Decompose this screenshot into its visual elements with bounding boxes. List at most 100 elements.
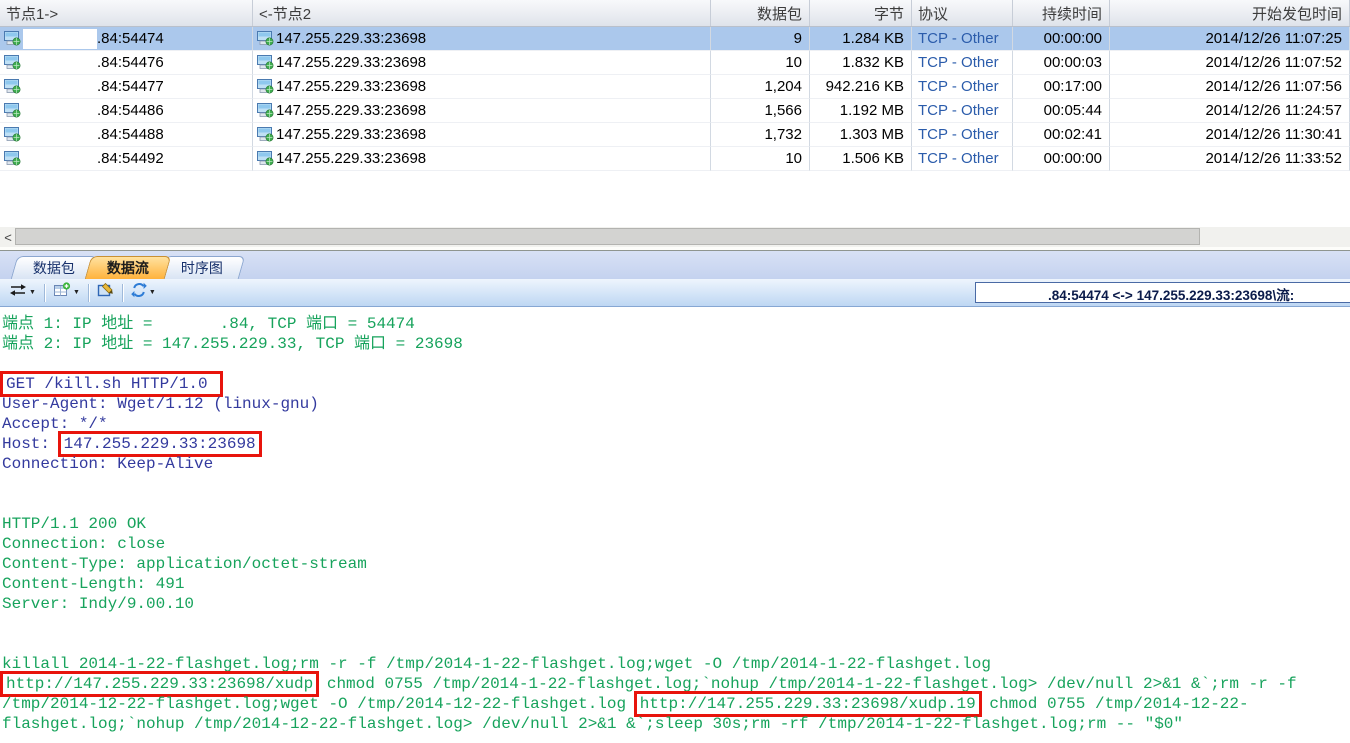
bytes-cell: 1.832 KB — [810, 51, 912, 75]
tab-数据流[interactable]: 数据流 — [84, 256, 172, 279]
table-row[interactable]: .84:54476 147.255.229.33:23698 10 1.832 KB T… — [0, 51, 1350, 75]
refresh-button[interactable]: ▼ — [128, 280, 159, 305]
protocol-cell: TCP - Other — [912, 75, 1013, 99]
node2-address: 147.255.229.33:23698 — [276, 102, 427, 119]
bytes-cell: 1.303 MB — [810, 123, 912, 147]
table-row[interactable]: .84:54486 147.255.229.33:23698 1,566 1.192 … — [0, 99, 1350, 123]
column-header[interactable]: 字节 — [810, 0, 912, 26]
chevron-down-icon: ▼ — [148, 289, 156, 296]
redacted-ip-prefix — [23, 100, 97, 121]
stream-line — [2, 474, 1350, 494]
stream-line: Server: Indy/9.00.10 — [2, 594, 1350, 614]
column-header[interactable]: 节点1-> — [0, 0, 253, 26]
stream-text: Content-Type: application/octet-stream — [2, 555, 367, 573]
scrollbar-thumb[interactable] — [15, 228, 1200, 245]
stream-text: flashget.log;`nohup /tmp/2014-12-22-flas… — [2, 715, 1183, 733]
stream-line: 端点 2: IP 地址 = 147.255.229.33, TCP 端口 = 2… — [2, 334, 1350, 354]
start-time-cell: 2014/12/26 11:33:52 — [1110, 147, 1350, 171]
packets-cell: 1,204 — [711, 75, 810, 99]
packets-cell: 10 — [711, 147, 810, 171]
column-header[interactable]: 持续时间 — [1013, 0, 1110, 26]
stream-text: HTTP/1.1 200 OK — [2, 515, 147, 533]
stream-filter-input[interactable]: .84:54474 <-> 147.255.229.33:23698\流: — [975, 282, 1350, 303]
stream-toolbar: ▼ ▼ ▼ .84:54474 <-> 147.255.229.33:23698… — [0, 279, 1350, 307]
stream-text: 端点 1: IP 地址 = .84, TCP 端口 = 54474 — [2, 315, 415, 333]
tab-label: 数据流 — [106, 260, 149, 276]
stream-text: Server: Indy/9.00.10 — [2, 595, 195, 613]
stream-text: User-Agent: Wget/1.12 (linux-gnu) — [2, 395, 319, 413]
table-row[interactable]: .84:54488 147.255.229.33:23698 1,732 1.303 … — [0, 123, 1350, 147]
table-row[interactable]: .84:54492 147.255.229.33:23698 10 1.506 KB T… — [0, 147, 1350, 171]
stream-line: GET /kill.sh HTTP/1.0 — [0, 371, 1350, 397]
redacted-ip-prefix — [23, 52, 97, 73]
packets-cell: 10 — [711, 51, 810, 75]
chevron-down-icon: ▼ — [29, 289, 36, 296]
start-time-cell: 2014/12/26 11:07:56 — [1110, 75, 1350, 99]
stream-line: HTTP/1.1 200 OK — [2, 514, 1350, 534]
host-icon — [4, 127, 21, 142]
node2-address: 147.255.229.33:23698 — [276, 126, 427, 143]
stream-line — [2, 494, 1350, 514]
horizontal-scrollbar[interactable]: < — [0, 227, 1350, 247]
stream-text: Host: — [2, 435, 60, 453]
node2-address: 147.255.229.33:23698 — [276, 54, 427, 71]
host-icon — [257, 127, 274, 142]
export-image-button[interactable] — [94, 280, 117, 305]
column-header[interactable]: <-节点2 — [253, 0, 711, 26]
host-icon — [257, 31, 274, 46]
packets-cell: 1,566 — [711, 99, 810, 123]
bytes-cell: 942.216 KB — [810, 75, 912, 99]
stream-text: chmod 0755 /tmp/2014-12-22- — [979, 695, 1249, 713]
stream-line: Connection: Keep-Alive — [2, 454, 1350, 474]
host-icon — [4, 55, 21, 70]
column-header[interactable]: 数据包 — [711, 0, 810, 26]
table-body: .84:54474 147.255.229.33:23698 9 1.284 KB TC… — [0, 27, 1350, 171]
protocol-cell: TCP - Other — [912, 27, 1013, 51]
start-time-cell: 2014/12/26 11:07:25 — [1110, 27, 1350, 51]
stream-line: 端点 1: IP 地址 = .84, TCP 端口 = 54474 — [2, 314, 1350, 334]
tab-label: 数据包 — [32, 260, 75, 276]
host-icon — [257, 151, 274, 166]
table-add-button[interactable]: ▼ — [50, 280, 83, 305]
packets-cell: 1,732 — [711, 123, 810, 147]
stream-text: /tmp/2014-12-22-flashget.log;wget -O /tm… — [2, 695, 636, 713]
flow-direction-button[interactable]: ▼ — [6, 280, 39, 305]
duration-cell: 00:00:00 — [1013, 147, 1110, 171]
node1-address: .84:54486 — [97, 102, 164, 119]
node2-cell: 147.255.229.33:23698 — [253, 99, 711, 123]
column-header[interactable]: 开始发包时间 — [1110, 0, 1350, 26]
table-header: 节点1-> <-节点2 数据包 字节 协议 持续时间 开始发包时间 — [0, 0, 1350, 27]
tab-数据包[interactable]: 数据包 — [10, 256, 98, 279]
protocol-cell: TCP - Other — [912, 147, 1013, 171]
duration-cell: 00:02:41 — [1013, 123, 1110, 147]
node1-address: .84:54477 — [97, 78, 164, 95]
stream-line — [2, 614, 1350, 634]
node2-cell: 147.255.229.33:23698 — [253, 27, 711, 51]
table-row[interactable]: .84:54477 147.255.229.33:23698 1,204 942.21… — [0, 75, 1350, 99]
node1-cell: .84:54476 — [0, 51, 253, 75]
redacted-ip-prefix — [23, 124, 97, 145]
node1-address: .84:54492 — [97, 150, 164, 167]
stream-line: flashget.log;`nohup /tmp/2014-12-22-flas… — [2, 714, 1350, 734]
table-row[interactable]: .84:54474 147.255.229.33:23698 9 1.284 KB TC… — [0, 27, 1350, 51]
host-icon — [4, 31, 21, 46]
node1-cell: .84:54486 — [0, 99, 253, 123]
node1-address: .84:54488 — [97, 126, 164, 143]
duration-cell: 00:17:00 — [1013, 75, 1110, 99]
scroll-left-arrow-icon[interactable]: < — [0, 227, 16, 247]
node1-cell: .84:54477 — [0, 75, 253, 99]
protocol-cell: TCP - Other — [912, 51, 1013, 75]
column-header[interactable]: 协议 — [912, 0, 1013, 26]
node2-cell: 147.255.229.33:23698 — [253, 123, 711, 147]
duration-cell: 00:05:44 — [1013, 99, 1110, 123]
redacted-ip-prefix — [23, 76, 97, 97]
flow-direction-icon — [9, 282, 27, 303]
protocol-cell: TCP - Other — [912, 99, 1013, 123]
bytes-cell: 1.192 MB — [810, 99, 912, 123]
tab-时序图[interactable]: 时序图 — [158, 256, 246, 279]
host-icon — [257, 55, 274, 70]
data-stream-view[interactable]: 端点 1: IP 地址 = .84, TCP 端口 = 54474 端点 2: I… — [0, 308, 1350, 743]
start-time-cell: 2014/12/26 11:30:41 — [1110, 123, 1350, 147]
redacted-ip-prefix — [23, 28, 97, 49]
start-time-cell: 2014/12/26 11:07:52 — [1110, 51, 1350, 75]
